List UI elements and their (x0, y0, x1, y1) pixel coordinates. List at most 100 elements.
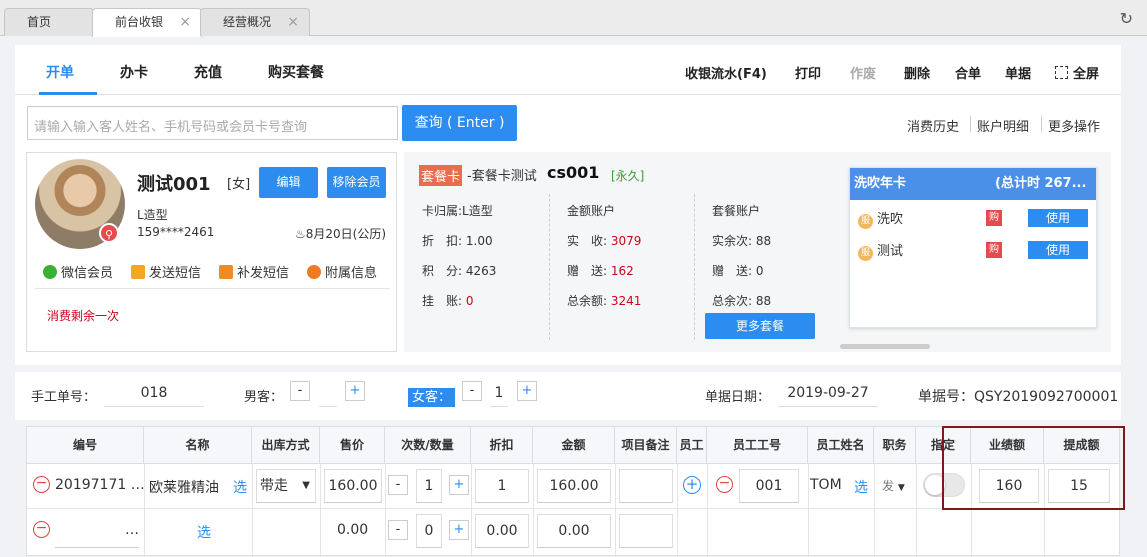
query-button[interactable]: 查询 ( Enter ) (402, 105, 517, 141)
highlight-frame (942, 426, 1125, 510)
col-header: 员工姓名 (808, 427, 874, 464)
buy-button[interactable]: 购 (986, 242, 1002, 258)
use-button[interactable]: 使用 (1028, 241, 1088, 259)
amount-received: 实 收: 3079 (567, 234, 642, 248)
qty-plus-button[interactable]: + (449, 475, 469, 495)
male-minus-button[interactable]: - (290, 381, 310, 401)
dropdown-icon: ▼ (897, 483, 905, 493)
member-search-input[interactable]: 请输入输入客人姓名、手机号码或会员卡号查询 (27, 106, 398, 140)
tab-open-order[interactable]: 开单 (46, 62, 74, 82)
col-header: 售价 (320, 427, 385, 464)
send-sms-link[interactable]: 发送短信 (131, 262, 201, 281)
print-button[interactable]: 打印 (795, 63, 821, 82)
discount-input[interactable]: 1 (475, 469, 529, 503)
item-name: 欧莱雅精油 (149, 480, 219, 496)
qty-input[interactable]: 0 (416, 514, 442, 548)
male-label: 男客： (244, 390, 284, 405)
divider (35, 288, 390, 289)
item-code: 20197171 … (55, 477, 145, 493)
window-tab-home[interactable]: 首页 (4, 8, 94, 36)
window-tab-bar: 首页 前台收银 × 经营概况 × ↻ (0, 0, 1147, 37)
out-method-select[interactable]: 带走 ▼ (256, 469, 316, 503)
col-header: 员工 (677, 427, 707, 464)
amount-input[interactable]: 160.00 (537, 469, 611, 503)
wechat-member-link[interactable]: 微信会员 (43, 262, 113, 281)
role-select[interactable]: 发 ▼ (882, 477, 905, 494)
edit-button[interactable]: 编辑 (259, 167, 318, 198)
card-points: 积 分: 4263 (422, 264, 497, 278)
member-card: ⚲ 测试001 [女] 编辑 移除会员 L造型 159****2461 ♨8月2… (26, 152, 397, 352)
search-icon[interactable]: ⚲ (99, 223, 119, 243)
more-packages-button[interactable]: 更多套餐 (705, 313, 815, 339)
male-plus-button[interactable]: + (345, 381, 365, 401)
remove-row-icon[interactable]: − (33, 521, 50, 538)
merge-button[interactable]: 合单 (955, 63, 981, 82)
fullscreen-button[interactable]: 全屏 (1055, 63, 1099, 82)
consumption-history-link[interactable]: 消费历史 (907, 116, 959, 135)
use-button[interactable]: 使用 (1028, 209, 1088, 227)
window-tab-cashier[interactable]: 前台收银 × (92, 8, 202, 37)
card-discount: 折 扣: 1.00 (422, 234, 493, 248)
horizontal-scrollbar[interactable] (840, 344, 930, 349)
refresh-icon[interactable]: ↻ (1120, 9, 1133, 28)
order-date-input[interactable]: 2019-09-27 (778, 379, 878, 407)
employee-no-input[interactable]: 001 (739, 469, 799, 503)
tab-recharge[interactable]: 充值 (194, 62, 222, 82)
manual-no-input[interactable]: 018 (104, 379, 204, 407)
female-plus-button[interactable]: + (517, 381, 537, 401)
cash-flow-button[interactable]: 收银流水(F4) (685, 63, 767, 82)
close-icon[interactable]: × (287, 9, 299, 35)
male-count-input[interactable] (319, 379, 337, 407)
qty-plus-button[interactable]: + (449, 520, 469, 540)
extra-info-link[interactable]: 附属信息 (307, 262, 377, 281)
col-header: 名称 (144, 427, 252, 464)
divider (694, 194, 695, 340)
account-detail-link[interactable]: 账户明细 (977, 116, 1029, 135)
divider (970, 116, 971, 132)
order-number: 单据号：QSY2019092700001 (918, 389, 1119, 405)
qty-input[interactable]: 1 (416, 469, 442, 503)
select-item-button[interactable]: 选 (197, 522, 211, 542)
more-actions-link[interactable]: 更多操作 (1048, 116, 1100, 135)
year-card-header: 洗吹年卡 (总计时 267... (850, 168, 1096, 200)
col-header: 金额 (533, 427, 615, 464)
select-item-button[interactable]: 选 (233, 477, 247, 497)
card-account-panel: 套餐卡 -套餐卡测试 cs001 [永久] 卡归属:L造型 折 扣: 1.00 … (404, 152, 1111, 352)
package-actual: 实余次: 88 (712, 234, 772, 248)
female-count-input[interactable]: 1 (490, 379, 508, 407)
amount-account-title: 金额账户 (567, 204, 616, 218)
remove-member-button[interactable]: 移除会员 (327, 167, 386, 198)
amount-input[interactable]: 0.00 (537, 514, 611, 548)
add-employee-icon[interactable]: + (683, 476, 701, 494)
window-tab-overview[interactable]: 经营概况 × (200, 8, 310, 36)
item-code-input[interactable]: … (55, 514, 139, 548)
item-note-input[interactable] (619, 514, 673, 548)
year-card-panel: 洗吹年卡 (总计时 267... 服洗吹 购 使用 服测试 购 使用 (849, 167, 1097, 328)
tab-issue-card[interactable]: 办卡 (120, 62, 148, 82)
select-employee-button[interactable]: 选 (854, 477, 868, 497)
col-header: 编号 (27, 427, 144, 464)
qty-minus-button[interactable]: - (388, 475, 408, 495)
qty-minus-button[interactable]: - (388, 520, 408, 540)
close-icon[interactable]: × (179, 9, 191, 35)
remove-employee-icon[interactable]: − (716, 476, 733, 493)
item-note-input[interactable] (619, 469, 673, 503)
tab-buy-package[interactable]: 购买套餐 (268, 62, 324, 82)
buy-button[interactable]: 购 (986, 210, 1002, 226)
col-header: 折扣 (471, 427, 533, 464)
delete-button[interactable]: 删除 (904, 63, 930, 82)
price-input[interactable]: 160.00 (324, 469, 382, 503)
remove-row-icon[interactable]: − (33, 476, 50, 493)
member-birthday: ♨8月20日(公历) (295, 227, 387, 241)
discount-input[interactable]: 0.00 (475, 514, 529, 548)
resend-sms-link[interactable]: 补发短信 (219, 262, 289, 281)
void-button[interactable]: 作废 (850, 63, 876, 82)
fullscreen-icon (1055, 66, 1068, 79)
card-credit: 挂 账: 0 (422, 294, 474, 308)
col-header: 员工工号 (707, 427, 808, 464)
package-total: 总余次: 88 (712, 294, 772, 308)
female-minus-button[interactable]: - (462, 381, 482, 401)
price-value: 0.00 (337, 522, 369, 538)
receipt-button[interactable]: 单据 (1005, 63, 1031, 82)
service-icon: 服 (858, 214, 873, 229)
